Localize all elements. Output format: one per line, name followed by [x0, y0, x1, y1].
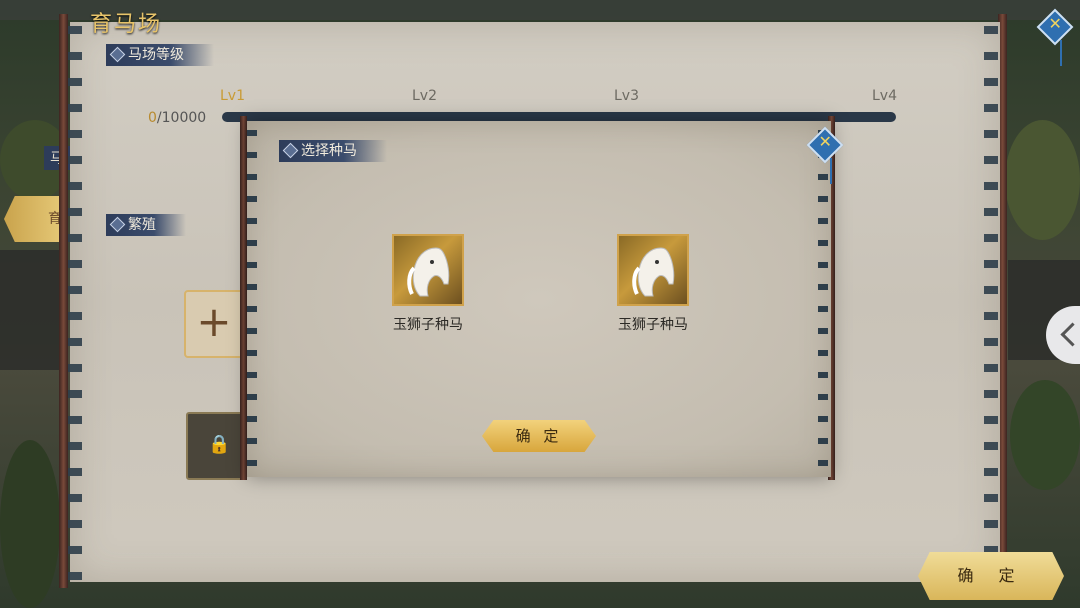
- page-title: 育马场: [90, 12, 163, 37]
- close-pin-tail: [1060, 40, 1062, 66]
- dialog-close-pin-tail: [830, 158, 832, 184]
- horse-portrait-icon: [392, 234, 464, 306]
- rod-ornament-left: [68, 14, 82, 588]
- dialog-title-header: 选择种马: [279, 140, 387, 162]
- stallion-name: 玉狮子种马: [618, 317, 688, 333]
- stallion-card-1[interactable]: 玉狮子种马: [373, 234, 483, 334]
- breed-section-label: 繁殖: [128, 217, 156, 233]
- scroll-rod-left: [59, 14, 68, 588]
- plus-icon: +: [196, 297, 232, 346]
- lock-icon: 🔒: [208, 434, 231, 455]
- dialog-confirm-button[interactable]: 确 定: [482, 420, 596, 452]
- level-marker-1: Lv1: [220, 88, 245, 104]
- diamond-icon: [109, 46, 126, 63]
- level-marker-4: Lv4: [872, 88, 897, 104]
- progress-total: /10000: [156, 110, 207, 126]
- locked-breeding-slot[interactable]: 🔒: [186, 412, 246, 480]
- level-section-label: 马场等级: [128, 47, 184, 63]
- modal-ornament-right: [818, 120, 828, 478]
- dialog-title: 选择种马: [301, 143, 357, 159]
- breed-section-header: 繁殖: [106, 214, 186, 236]
- horse-portrait-icon: [617, 234, 689, 306]
- side-tab-left[interactable]: 育: [4, 196, 64, 242]
- level-marker-3: Lv3: [614, 88, 639, 104]
- stallion-card-2[interactable]: 玉狮子种马: [598, 234, 708, 334]
- rod-ornament-right: [984, 14, 998, 588]
- modal-ornament-left: [247, 120, 257, 478]
- level-progress-text: 0/10000: [148, 110, 206, 126]
- diamond-icon: [109, 216, 126, 233]
- modal-rod-left: [240, 116, 247, 480]
- stallion-name: 玉狮子种马: [393, 317, 463, 333]
- diamond-icon: [282, 142, 299, 159]
- level-marker-2: Lv2: [412, 88, 437, 104]
- level-section-header: 马场等级: [106, 44, 214, 66]
- progress-current: 0: [148, 110, 157, 126]
- outer-confirm-button[interactable]: 确 定: [918, 552, 1064, 600]
- add-breeding-slot-button[interactable]: +: [184, 290, 244, 358]
